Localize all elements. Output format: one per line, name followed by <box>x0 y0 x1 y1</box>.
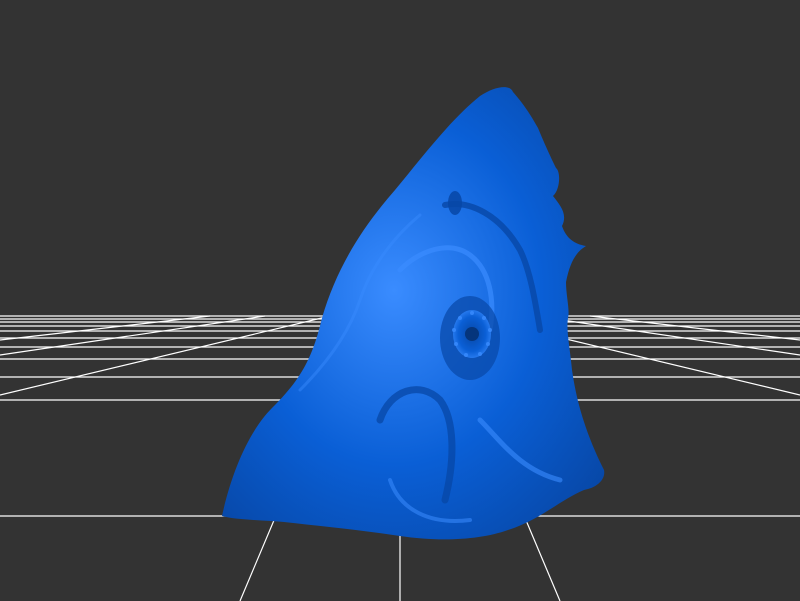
3d-viewport[interactable] <box>0 0 800 601</box>
mesh-model[interactable] <box>222 87 605 540</box>
mesh-body[interactable] <box>222 87 605 540</box>
mesh-nostril <box>448 191 462 215</box>
scene-canvas[interactable] <box>0 0 800 601</box>
mesh-eye-pupil <box>465 327 479 341</box>
